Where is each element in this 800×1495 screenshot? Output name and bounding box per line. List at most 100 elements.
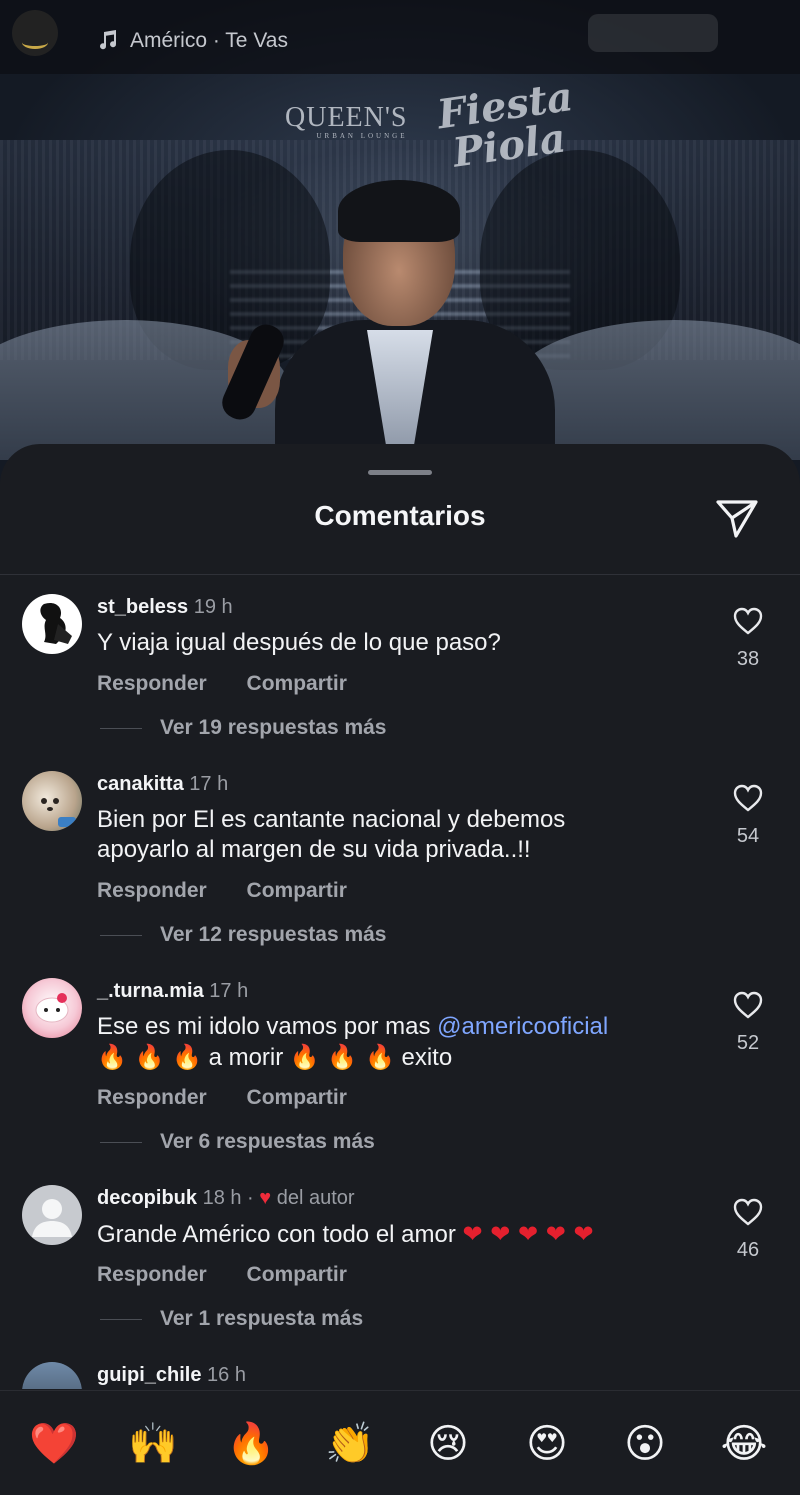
- music-note-icon: [100, 30, 117, 50]
- comment-header: canakitta 17 h: [97, 773, 228, 796]
- replies-line: [100, 727, 142, 729]
- comment-username[interactable]: decopibuk: [97, 1187, 197, 1209]
- like-button[interactable]: 54: [722, 783, 774, 848]
- comment-header: st_beless 19 h: [97, 596, 233, 619]
- emoji-reaction-bar: ❤️ 🙌 🔥 👏 😢 😍 😮 😂: [0, 1390, 800, 1495]
- send-icon[interactable]: [714, 496, 760, 542]
- avatar[interactable]: [22, 1362, 82, 1389]
- share-button[interactable]: Compartir: [247, 1086, 347, 1109]
- reel-video-background[interactable]: QUEEN'S URBAN LOUNGE Fiesta Piola: [0, 0, 800, 500]
- comment-time: 18 h ·: [202, 1187, 254, 1209]
- heart-eyes-emoji-button[interactable]: 😍: [517, 1419, 577, 1469]
- red-heart-emoji-button[interactable]: ❤️: [24, 1419, 84, 1469]
- view-replies-label: Ver 19 respuestas más: [160, 716, 387, 739]
- share-button[interactable]: Compartir: [247, 672, 347, 695]
- comment-time: 17 h: [209, 980, 249, 1002]
- fire-icon: 🔥 🔥 🔥: [289, 1043, 395, 1071]
- avatar[interactable]: [22, 594, 82, 654]
- view-replies-label: Ver 1 respuesta más: [160, 1307, 364, 1330]
- like-button[interactable]: 38: [722, 606, 774, 671]
- queens-logo: QUEEN'S URBAN LOUNGE: [285, 102, 408, 140]
- comment-time: 17 h: [189, 773, 229, 795]
- comment-text-body: Grande Américo con todo el amor: [97, 1221, 456, 1248]
- comment-time: 16 h: [207, 1364, 246, 1386]
- avatar[interactable]: [22, 771, 82, 831]
- comment-text-mid: a morir: [208, 1044, 284, 1071]
- reply-button[interactable]: Responder: [97, 879, 207, 902]
- hello-kitty-avatar-icon: [35, 993, 69, 1023]
- replies-line: [100, 1318, 142, 1320]
- comments-list[interactable]: st_beless 19 h Y viaja igual después de …: [0, 574, 800, 1389]
- heart-outline-icon[interactable]: [732, 1197, 764, 1227]
- comment-actions: Responder Compartir: [97, 1086, 381, 1110]
- comment-actions: Responder Compartir: [97, 1263, 381, 1287]
- default-user-icon: [32, 1199, 72, 1237]
- view-replies-button[interactable]: Ver 6 respuestas más: [100, 1130, 375, 1154]
- share-button[interactable]: Compartir: [247, 879, 347, 902]
- queens-logo-subtext: URBAN LOUNGE: [316, 132, 408, 140]
- comment-text: Ese es mi idolo vamos por mas @americoof…: [97, 1012, 697, 1073]
- avatar[interactable]: [22, 978, 82, 1038]
- like-count: 46: [736, 1239, 760, 1261]
- comment-text-line: Bien por El es cantante nacional y debem…: [97, 806, 566, 833]
- reel-top-bar: Américo · Te Vas: [0, 0, 800, 74]
- reply-button[interactable]: Responder: [97, 672, 207, 695]
- comment-username[interactable]: _.turna.mia: [97, 980, 204, 1002]
- share-button[interactable]: Compartir: [247, 1263, 347, 1286]
- view-replies-button[interactable]: Ver 1 respuesta más: [100, 1307, 363, 1331]
- dog-avatar-icon: [41, 798, 76, 827]
- reply-button[interactable]: Responder: [97, 1086, 207, 1109]
- comment-time: 19 h: [193, 596, 233, 618]
- view-replies-label: Ver 12 respuestas más: [160, 923, 387, 946]
- heart-outline-icon[interactable]: [732, 990, 764, 1020]
- author-like-label: del autor: [276, 1187, 355, 1209]
- comment-text: Bien por El es cantante nacional y debem…: [97, 805, 697, 865]
- comment-text-line: apoyarlo al margen de su vida privada..!…: [97, 836, 531, 863]
- avatar[interactable]: [22, 1185, 82, 1245]
- raising-hands-emoji-button[interactable]: 🙌: [123, 1419, 183, 1469]
- comment-username[interactable]: guipi_chile: [97, 1364, 201, 1386]
- sketch-avatar-icon: [40, 602, 72, 644]
- comment-text-end: exito: [401, 1044, 453, 1071]
- reply-button[interactable]: Responder: [97, 1263, 207, 1286]
- red-heart-icon: ❤ ❤ ❤ ❤ ❤: [462, 1220, 594, 1248]
- heart-outline-icon[interactable]: [732, 783, 764, 813]
- comment-header: guipi_chile 16 h: [97, 1364, 246, 1387]
- comment-text: Y viaja igual después de lo que paso?: [97, 629, 501, 656]
- sheet-title: Comentarios: [314, 500, 486, 531]
- queens-logo-text: QUEEN'S: [285, 102, 408, 133]
- heart-outline-icon[interactable]: [732, 606, 764, 636]
- like-button[interactable]: 52: [722, 990, 774, 1055]
- clapping-emoji-button[interactable]: 👏: [320, 1419, 380, 1469]
- view-replies-label: Ver 6 respuestas más: [160, 1130, 375, 1153]
- like-button[interactable]: 46: [722, 1197, 774, 1262]
- comment-header: _.turna.mia 17 h: [97, 980, 248, 1003]
- singer-hair: [338, 180, 460, 242]
- comment-username[interactable]: st_beless: [97, 596, 188, 618]
- laughing-emoji-button[interactable]: 😂: [714, 1419, 774, 1469]
- sheet-drag-handle[interactable]: [368, 470, 432, 475]
- author-avatar[interactable]: [12, 10, 58, 56]
- fire-icon: 🔥 🔥 🔥: [97, 1043, 202, 1071]
- song-title[interactable]: Américo · Te Vas: [130, 29, 288, 53]
- replies-line: [100, 1141, 142, 1143]
- like-count: 38: [736, 648, 760, 670]
- comment-actions: Responder Compartir: [97, 672, 381, 696]
- replies-line: [100, 934, 142, 936]
- follow-button[interactable]: [588, 14, 718, 52]
- view-replies-button[interactable]: Ver 19 respuestas más: [100, 716, 387, 740]
- view-replies-button[interactable]: Ver 12 respuestas más: [100, 923, 387, 947]
- mention-link[interactable]: @americooficial: [437, 1013, 608, 1040]
- like-count: 54: [736, 825, 760, 847]
- comment-text-prefix: Ese es mi idolo vamos por mas: [97, 1013, 438, 1040]
- fire-emoji-button[interactable]: 🔥: [221, 1419, 281, 1469]
- like-count: 52: [736, 1032, 760, 1054]
- comment-username[interactable]: canakitta: [97, 773, 184, 795]
- surprised-emoji-button[interactable]: 😮: [615, 1419, 675, 1469]
- author-heart-icon: ♥: [259, 1187, 272, 1209]
- crying-emoji-button[interactable]: 😢: [418, 1419, 478, 1469]
- fiesta-piola-logo: Fiesta Piola: [435, 73, 581, 177]
- comment-text: Grande Américo con todo el amor ❤ ❤ ❤ ❤ …: [97, 1219, 697, 1250]
- comment-header: decopibuk 18 h · ♥ del autor: [97, 1187, 355, 1210]
- comment-actions: Responder Compartir: [97, 879, 381, 903]
